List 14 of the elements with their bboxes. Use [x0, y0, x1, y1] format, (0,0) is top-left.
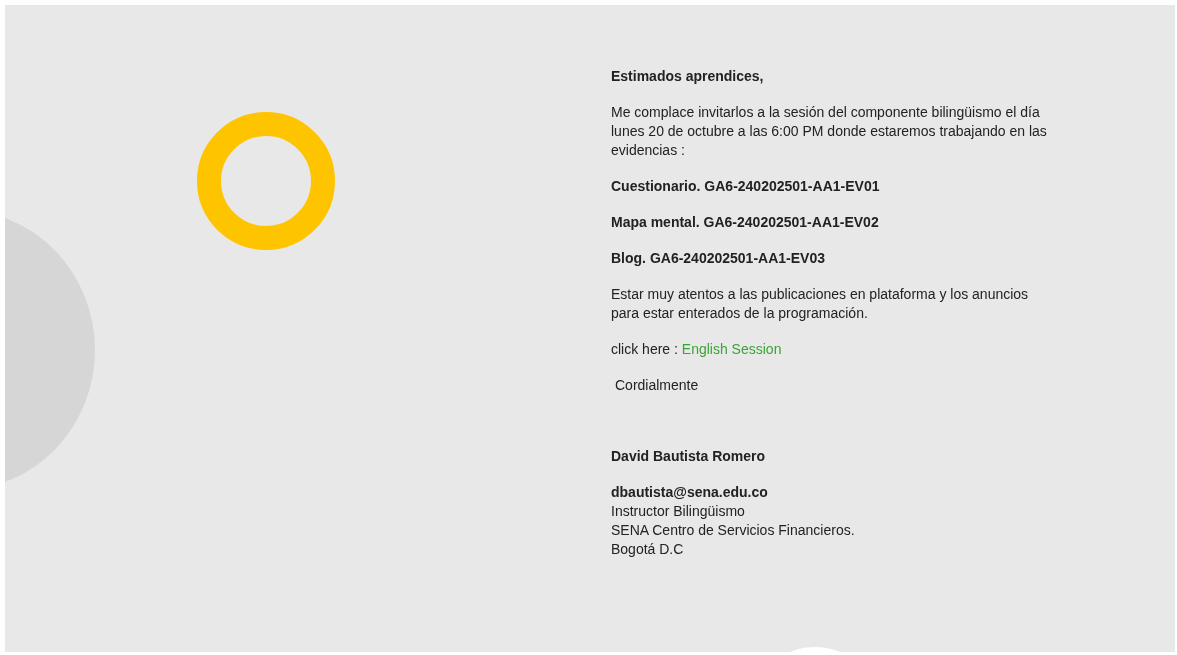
signature-line: Instructor Bilingüismo: [611, 502, 746, 521]
signature-line: SENA Centro de Servicios Financieros.: [611, 521, 856, 540]
notice-paragraph: Estar muy atentos a las publicaciones en plataforma y los anuncios para estar enterados de la programación.: [611, 285, 1030, 323]
evidence-item: Blog. GA6-240202501-AA1-EV03: [611, 249, 826, 268]
intro-paragraph: Me complace invitarlos a la sesión del componente bilingüismo el día lunes 20 de octubre a las 6:00 PM donde estaremos trabajando en las evidencias :: [611, 103, 1048, 160]
evidence-item: Cuestionario. GA6-240202501-AA1-EV01: [611, 177, 881, 196]
signature-name: David Bautista Romero: [611, 447, 767, 466]
evidence-item: Mapa mental. GA6-240202501-AA1-EV02: [611, 213, 880, 232]
link-prefix: click here :: [611, 341, 678, 357]
session-link[interactable]: English Session: [681, 341, 782, 357]
signature-line: Bogotá D.C: [611, 540, 685, 559]
signature-email: dbautista@sena.edu.co: [611, 483, 769, 502]
greeting: Estimados aprendices,: [611, 67, 765, 86]
closing: Cordialmente: [614, 376, 700, 395]
